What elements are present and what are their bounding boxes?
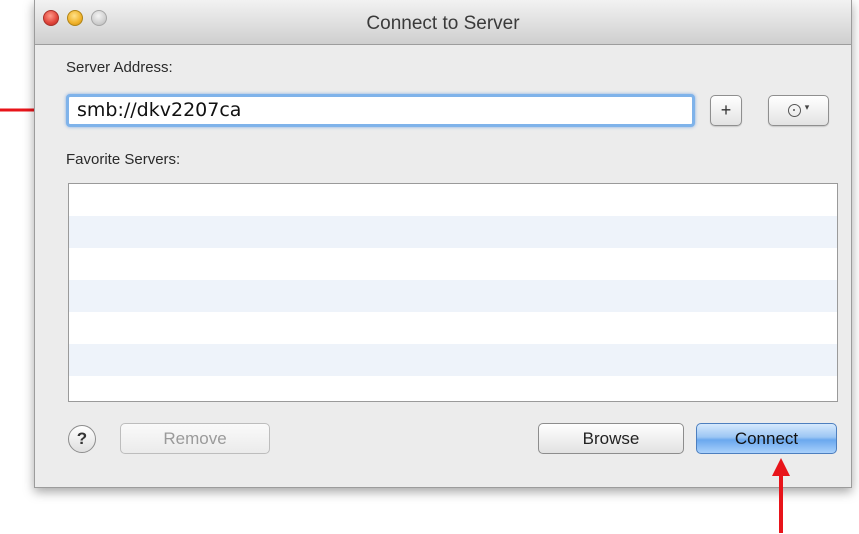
list-item[interactable] xyxy=(69,280,837,312)
server-address-input[interactable]: smb://dkv2207ca xyxy=(66,94,695,127)
connect-button[interactable]: Connect xyxy=(696,423,837,454)
list-item[interactable] xyxy=(69,248,837,280)
question-mark-icon: ? xyxy=(76,429,88,448)
window-title: Connect to Server xyxy=(366,13,520,34)
annotation-arrow-up-icon xyxy=(772,458,790,533)
list-item[interactable] xyxy=(69,312,837,344)
list-item[interactable] xyxy=(69,184,837,216)
help-button[interactable]: ? xyxy=(68,425,96,453)
favorite-servers-label: Favorite Servers: xyxy=(66,151,181,168)
title-bar[interactable]: Connect to Server xyxy=(35,0,851,45)
chevron-down-icon: ▾ xyxy=(804,102,810,112)
recent-servers-button[interactable]: ▾ xyxy=(768,95,829,126)
add-favorite-button[interactable]: + xyxy=(710,95,742,126)
list-item[interactable] xyxy=(69,216,837,248)
server-address-label: Server Address: xyxy=(66,59,173,76)
connect-to-server-window: Connect to Server Server Address: smb://… xyxy=(34,0,852,488)
browse-button[interactable]: Browse xyxy=(538,423,684,454)
favorite-servers-list[interactable] xyxy=(68,183,838,402)
remove-button[interactable]: Remove xyxy=(120,423,270,454)
plus-icon: + xyxy=(720,100,732,120)
clock-icon xyxy=(787,104,801,117)
list-item[interactable] xyxy=(69,376,837,401)
screenshot-stage: Connect to Server Server Address: smb://… xyxy=(0,0,859,534)
list-item[interactable] xyxy=(69,344,837,376)
